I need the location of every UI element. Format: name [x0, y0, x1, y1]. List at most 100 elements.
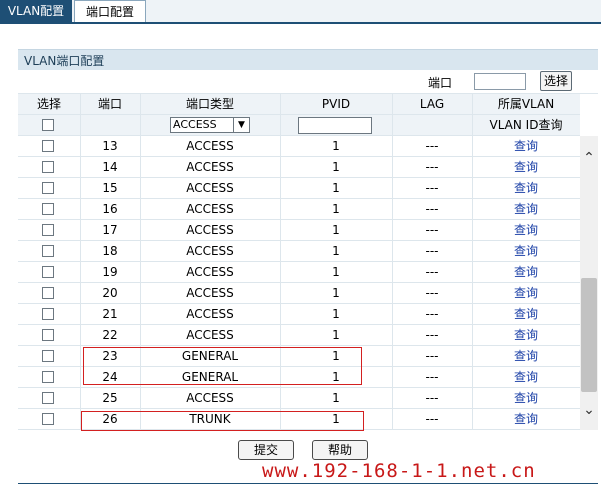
col-divider	[472, 325, 473, 345]
table-row: 15 ACCESS 1 --- 查询	[18, 178, 580, 199]
scroll-down-icon[interactable]: ⌄	[580, 400, 598, 420]
col-divider	[80, 262, 81, 282]
row-select-cell	[18, 346, 80, 366]
row-vlan-cell: 查询	[472, 388, 580, 408]
col-divider	[140, 388, 141, 408]
port-search-input[interactable]	[474, 73, 526, 90]
col-divider	[392, 262, 393, 282]
pvid-input[interactable]	[298, 117, 372, 134]
table-row: 14 ACCESS 1 --- 查询	[18, 157, 580, 178]
row-checkbox[interactable]	[42, 182, 54, 194]
col-divider	[472, 409, 473, 429]
row-query-link[interactable]: 查询	[514, 139, 538, 153]
row-checkbox[interactable]	[42, 203, 54, 215]
port-search-label: 端口	[428, 76, 453, 90]
row-checkbox[interactable]	[42, 308, 54, 320]
port-select-button[interactable]: 选择	[540, 71, 572, 91]
row-checkbox[interactable]	[42, 224, 54, 236]
filter-lag-cell	[392, 115, 472, 135]
row-port: 19	[102, 265, 118, 279]
col-divider	[392, 157, 393, 177]
row-vlan-cell: 查询	[472, 409, 580, 429]
col-divider	[140, 220, 141, 240]
row-checkbox[interactable]	[42, 140, 54, 152]
row-pvid: 1	[332, 181, 340, 195]
scroll-up-icon[interactable]: ⌃	[580, 148, 598, 168]
row-select-cell	[18, 367, 80, 387]
row-checkbox[interactable]	[42, 350, 54, 362]
col-divider	[392, 220, 393, 240]
row-query-link[interactable]: 查询	[514, 391, 538, 405]
col-divider	[392, 136, 393, 156]
row-pvid: 1	[332, 160, 340, 174]
col-divider	[472, 94, 473, 114]
row-query-link[interactable]: 查询	[514, 265, 538, 279]
row-checkbox[interactable]	[42, 245, 54, 257]
col-divider	[80, 178, 81, 198]
col-divider	[140, 304, 141, 324]
row-pvid: 1	[332, 244, 340, 258]
table-row: 16 ACCESS 1 --- 查询	[18, 199, 580, 220]
row-query-link[interactable]: 查询	[514, 181, 538, 195]
row-checkbox[interactable]	[42, 287, 54, 299]
col-divider	[280, 304, 281, 324]
col-divider	[140, 262, 141, 282]
table-scrollbar[interactable]: ⌃ ⌄	[580, 136, 598, 430]
row-query-link[interactable]: 查询	[514, 202, 538, 216]
col-divider	[392, 283, 393, 303]
row-checkbox[interactable]	[42, 371, 54, 383]
row-query-link[interactable]: 查询	[514, 223, 538, 237]
row-checkbox[interactable]	[42, 413, 54, 425]
col-divider	[80, 94, 81, 114]
scrollbar-thumb[interactable]	[581, 278, 597, 392]
tab-vlan-config[interactable]: VLAN配置	[0, 0, 72, 22]
row-checkbox[interactable]	[42, 392, 54, 404]
row-checkbox[interactable]	[42, 329, 54, 341]
header-vlan: 所属VLAN	[497, 97, 555, 111]
row-vlan-cell: 查询	[472, 283, 580, 303]
row-query-link[interactable]: 查询	[514, 328, 538, 342]
table-row: 25 ACCESS 1 --- 查询	[18, 388, 580, 409]
row-pvid: 1	[332, 391, 340, 405]
help-button[interactable]: 帮助	[312, 440, 368, 460]
highlight-general-ports	[83, 347, 362, 385]
row-port-type: ACCESS	[186, 286, 234, 300]
row-port-type: ACCESS	[186, 307, 234, 321]
table-row: 21 ACCESS 1 --- 查询	[18, 304, 580, 325]
vlan-id-query: VLAN ID查询	[489, 118, 563, 132]
chevron-down-icon[interactable]: ▼	[233, 118, 249, 132]
col-divider	[392, 346, 393, 366]
row-port-type: ACCESS	[186, 223, 234, 237]
row-query-link[interactable]: 查询	[514, 307, 538, 321]
row-checkbox[interactable]	[42, 266, 54, 278]
header-pvid: PVID	[321, 97, 351, 111]
row-port-type: ACCESS	[186, 265, 234, 279]
row-query-link[interactable]: 查询	[514, 244, 538, 258]
row-query-link[interactable]: 查询	[514, 412, 538, 426]
col-divider	[280, 115, 281, 135]
row-query-link[interactable]: 查询	[514, 370, 538, 384]
row-vlan-cell: 查询	[472, 199, 580, 219]
row-pvid: 1	[332, 139, 340, 153]
port-table-body[interactable]: 13 ACCESS 1 --- 查询 14 ACCESS 1 --- 查询 15 ACCESS 1 ---…	[18, 136, 580, 430]
submit-button[interactable]: 提交	[238, 440, 294, 460]
col-divider	[280, 178, 281, 198]
row-vlan-cell: 查询	[472, 262, 580, 282]
col-divider	[392, 409, 393, 429]
row-lag: ---	[425, 265, 439, 279]
select-all-checkbox[interactable]	[42, 119, 54, 131]
row-port: 20	[102, 286, 118, 300]
row-query-link[interactable]: 查询	[514, 349, 538, 363]
tab-port-config[interactable]: 端口配置	[74, 0, 146, 22]
col-divider	[80, 304, 81, 324]
row-port-type: ACCESS	[186, 160, 234, 174]
col-divider	[392, 115, 393, 135]
row-checkbox[interactable]	[42, 161, 54, 173]
col-divider	[472, 178, 473, 198]
row-query-link[interactable]: 查询	[514, 160, 538, 174]
col-divider	[280, 388, 281, 408]
col-divider	[140, 241, 141, 261]
row-query-link[interactable]: 查询	[514, 286, 538, 300]
port-type-select[interactable]: ACCESS ▼	[170, 117, 250, 133]
col-divider	[472, 262, 473, 282]
